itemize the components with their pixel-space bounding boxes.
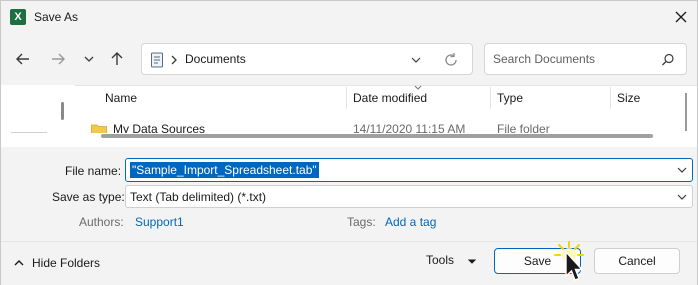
- chevron-up-icon: [14, 260, 24, 266]
- sort-chevron-icon: [414, 85, 422, 90]
- search-icon: [662, 53, 674, 66]
- file-list-vertical-scrollbar[interactable]: [685, 93, 687, 131]
- recent-locations-button[interactable]: [76, 46, 102, 72]
- search-input[interactable]: [493, 44, 658, 74]
- chevron-down-icon: [677, 194, 687, 200]
- nav-divider: [11, 132, 47, 133]
- arrow-left-icon: [16, 53, 29, 65]
- add-tag-link[interactable]: Add a tag: [385, 215, 436, 229]
- column-divider[interactable]: [490, 87, 491, 109]
- tools-menu-button[interactable]: Tools: [421, 252, 481, 272]
- column-header-date-modified[interactable]: Date modified: [353, 91, 427, 105]
- list-item[interactable]: My Data Sources 14/11/2020 11:15 AM File…: [89, 119, 649, 133]
- file-name-label: File name:: [65, 164, 122, 178]
- tools-label: Tools: [426, 253, 455, 267]
- save-as-type-value: Text (Tab delimited) (*.txt): [130, 190, 267, 204]
- file-name-input[interactable]: "Sample_Import_Spreadsheet.tab": [130, 162, 319, 178]
- breadcrumb-documents[interactable]: Documents: [185, 52, 246, 66]
- hide-folders-label: Hide Folders: [32, 256, 101, 270]
- bottom-bar: [1, 241, 697, 285]
- chevron-down-icon: [84, 56, 94, 62]
- save-as-dialog: X Save As Documents Search Documents Nam…: [0, 0, 698, 285]
- chevron-down-icon: [411, 57, 421, 63]
- authors-value[interactable]: Support1: [135, 215, 184, 229]
- close-button[interactable]: [669, 6, 693, 28]
- column-divider[interactable]: [610, 87, 611, 109]
- arrow-right-icon: [52, 53, 65, 65]
- back-button[interactable]: [10, 46, 36, 72]
- search-box[interactable]: [484, 43, 687, 75]
- save-as-type-select[interactable]: Text (Tab delimited) (*.txt): [125, 185, 693, 208]
- address-dropdown-button[interactable]: [406, 50, 426, 70]
- file-name-field[interactable]: "Sample_Import_Spreadsheet.tab": [125, 158, 693, 182]
- forward-button[interactable]: [45, 46, 71, 72]
- tags-label: Tags:: [347, 215, 376, 229]
- column-divider[interactable]: [346, 87, 347, 109]
- address-bar[interactable]: Documents: [141, 43, 473, 75]
- folder-icon: [91, 124, 107, 133]
- folder-name: My Data Sources: [113, 122, 206, 133]
- breadcrumb-chevron-icon: [171, 55, 177, 65]
- arrow-up-icon: [111, 52, 123, 65]
- title-bar: X Save As: [1, 1, 697, 33]
- navigation-pane-scrollbar[interactable]: [61, 102, 64, 120]
- column-header-type[interactable]: Type: [497, 91, 523, 105]
- close-icon: [675, 11, 687, 23]
- save-as-type-label: Save as type:: [52, 190, 125, 204]
- document-icon: [151, 52, 163, 68]
- column-header-size[interactable]: Size: [617, 91, 640, 105]
- dialog-title: Save As: [34, 10, 79, 24]
- column-header-name[interactable]: Name: [105, 91, 137, 105]
- cancel-button[interactable]: Cancel: [594, 248, 680, 274]
- caret-down-icon: [467, 259, 477, 264]
- up-button[interactable]: [104, 46, 130, 72]
- mouse-cursor-icon: [565, 250, 584, 281]
- refresh-button[interactable]: [440, 49, 462, 71]
- chevron-down-icon: [677, 167, 687, 173]
- folder-date: 14/11/2020 11:15 AM: [353, 122, 466, 133]
- folder-type: File folder: [497, 122, 550, 133]
- refresh-icon: [445, 53, 457, 66]
- file-list-horizontal-scrollbar[interactable]: [101, 134, 653, 138]
- excel-app-icon: X: [10, 9, 26, 25]
- authors-label: Authors:: [79, 215, 124, 229]
